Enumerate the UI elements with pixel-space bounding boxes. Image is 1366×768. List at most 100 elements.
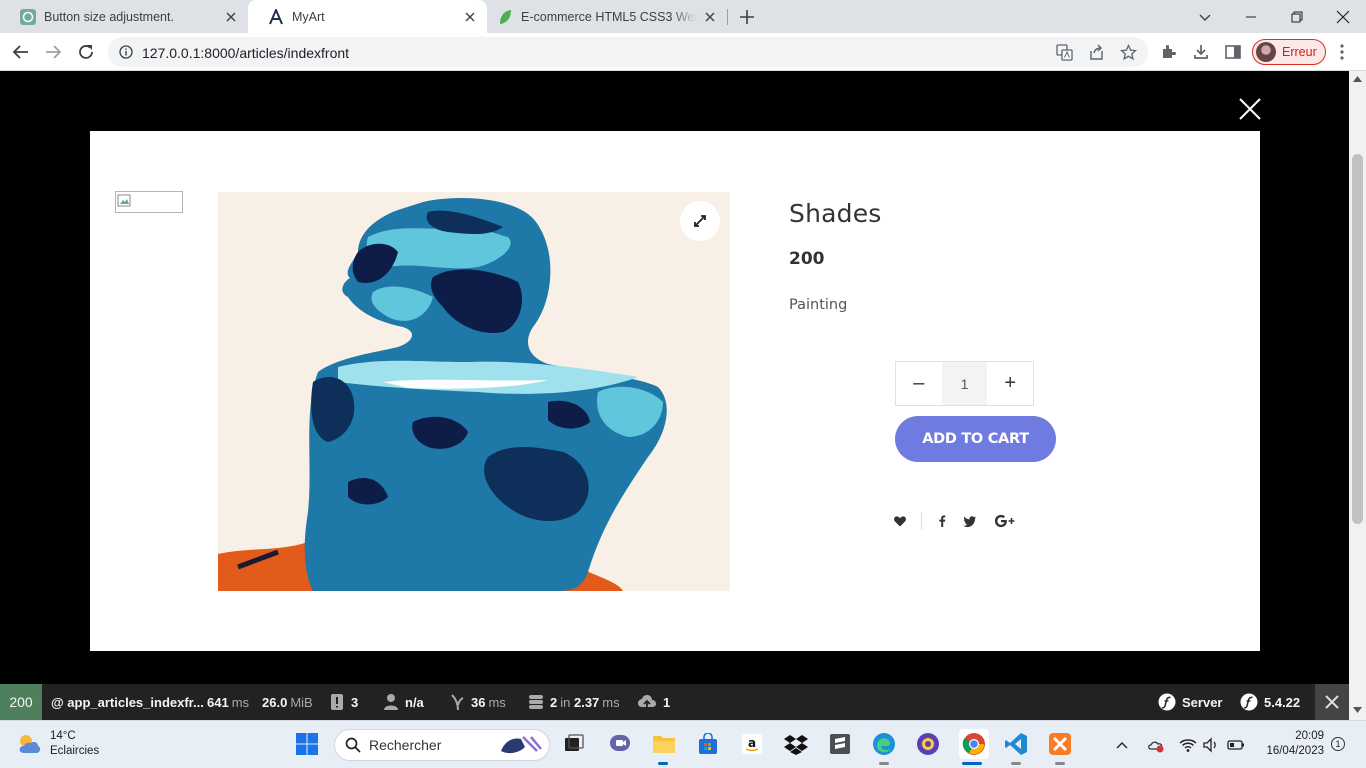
profile-button[interactable]: Erreur — [1252, 39, 1326, 65]
more-menu-icon[interactable] — [1334, 43, 1350, 61]
quantity-increase-button[interactable]: + — [987, 362, 1033, 405]
chrome-icon — [962, 733, 985, 755]
close-modal-icon[interactable] — [1236, 95, 1264, 123]
thumbnail-broken-image[interactable] — [115, 191, 183, 213]
file-explorer-button[interactable] — [651, 731, 677, 757]
forward-button[interactable] — [42, 41, 64, 63]
expand-image-button[interactable] — [680, 201, 720, 241]
new-tab-icon[interactable] — [738, 8, 756, 26]
url-path: :8000/articles/indexfront — [200, 45, 350, 61]
edge-button[interactable] — [871, 731, 897, 757]
tab-strip: Button size adjustment. MyArt E-commerce… — [0, 0, 1366, 33]
info-icon[interactable] — [119, 45, 133, 59]
scroll-down-icon[interactable] — [1353, 707, 1362, 714]
close-tab-icon[interactable] — [463, 10, 477, 24]
server-panel[interactable]: Server — [1158, 684, 1222, 720]
close-tab-icon[interactable] — [224, 10, 238, 24]
time-panel[interactable]: 641 ms — [207, 684, 249, 720]
google-plus-icon[interactable] — [994, 514, 1016, 528]
logs-panel[interactable]: 3 — [329, 684, 358, 720]
system-clock[interactable]: 20:09 16/04/2023 — [1254, 729, 1324, 759]
memory-panel[interactable]: 26.0 MiB — [262, 684, 313, 720]
quantity-decrease-button[interactable]: – — [896, 362, 942, 405]
product-price: 200 — [789, 249, 825, 269]
partly-sunny-icon — [19, 735, 41, 753]
side-panel-icon[interactable] — [1224, 43, 1242, 61]
volume-icon[interactable] — [1202, 737, 1220, 753]
running-indicator — [658, 762, 668, 765]
weather-widget[interactable]: 14°C Eclaircies — [16, 729, 99, 759]
store-button[interactable] — [695, 731, 721, 757]
user-value: n/a — [405, 694, 424, 710]
amazon-button[interactable]: a — [739, 731, 765, 757]
start-button[interactable] — [294, 731, 320, 757]
tab-title: MyArt — [292, 9, 325, 24]
translate-icon[interactable] — [1056, 44, 1073, 61]
download-icon[interactable] — [1192, 43, 1210, 61]
reload-button[interactable] — [75, 41, 97, 63]
facebook-icon[interactable] — [935, 514, 949, 528]
twig-value: 36 — [471, 694, 486, 710]
scrollbar-thumb[interactable] — [1352, 154, 1363, 524]
quantity-input[interactable]: 1 — [941, 362, 988, 405]
product-image[interactable] — [218, 192, 730, 591]
tab-button-size[interactable]: Button size adjustment. — [0, 0, 248, 33]
http-client-panel[interactable]: 1 — [637, 684, 670, 720]
tab-search-button[interactable] — [1182, 0, 1228, 33]
notification-badge[interactable]: 1 — [1331, 737, 1345, 751]
page-scrollbar[interactable] — [1349, 71, 1366, 720]
extensions-icon[interactable] — [1160, 43, 1178, 61]
tab-divider — [727, 9, 728, 25]
dropbox-icon — [784, 735, 808, 755]
chrome-button[interactable] — [959, 729, 989, 759]
arrow-left-icon — [12, 45, 28, 59]
twitter-icon[interactable] — [963, 514, 977, 528]
page-viewport: Shades 200 Painting – 1 + ADD TO CART — [0, 71, 1349, 684]
chevron-down-icon — [1199, 14, 1211, 21]
address-bar[interactable]: 127.0.0.1:8000/articles/indexfront — [108, 37, 1148, 67]
status-code-badge[interactable]: 200 — [0, 684, 42, 720]
search-icon — [345, 737, 361, 753]
task-view-button[interactable] — [561, 731, 587, 757]
tab-ecommerce[interactable]: E-commerce HTML5 CSS3 Website — [477, 0, 727, 33]
close-tab-icon[interactable] — [703, 10, 717, 24]
database-icon — [529, 695, 543, 709]
close-icon — [1336, 10, 1350, 23]
scroll-up-icon[interactable] — [1353, 75, 1362, 82]
back-button[interactable] — [10, 41, 32, 63]
route-name: @ app_articles_indexfr... — [51, 694, 204, 710]
symfony-debug-toolbar: 200 @ app_articles_indexfr... 641 ms 26.0… — [0, 684, 1349, 720]
database-panel[interactable]: 2 in 2.37 ms — [528, 684, 620, 720]
brave-button[interactable] — [915, 731, 941, 757]
wifi-icon[interactable] — [1179, 737, 1197, 753]
twig-panel[interactable]: 36 ms — [449, 684, 506, 720]
chevron-up-icon[interactable] — [1116, 740, 1128, 750]
sublime-text-button[interactable] — [827, 731, 853, 757]
close-window-button[interactable] — [1320, 0, 1366, 33]
star-icon[interactable] — [1120, 44, 1137, 61]
share-icon[interactable] — [1088, 44, 1105, 61]
hide-toolbar-button[interactable] — [1315, 684, 1349, 720]
teams-chat-button[interactable] — [607, 731, 633, 757]
memory-unit: MiB — [290, 694, 313, 710]
symfony-icon — [1240, 693, 1258, 711]
add-to-cart-button[interactable]: ADD TO CART — [895, 416, 1056, 462]
running-indicator — [1011, 762, 1021, 765]
url-text[interactable]: 127.0.0.1:8000/articles/indexfront — [142, 45, 349, 61]
route-panel[interactable]: @ app_articles_indexfr... — [51, 684, 204, 720]
version-panel[interactable]: 5.4.22 — [1240, 684, 1300, 720]
time-unit: ms — [231, 694, 250, 710]
tab-myart[interactable]: MyArt — [248, 0, 487, 33]
vscode-button[interactable] — [1003, 731, 1029, 757]
xampp-button[interactable] — [1047, 731, 1073, 757]
restore-button[interactable] — [1274, 0, 1320, 33]
xampp-icon — [1049, 733, 1071, 755]
dropbox-button[interactable] — [783, 731, 809, 757]
taskbar-search[interactable]: Rechercher — [334, 729, 550, 761]
minimize-button[interactable] — [1228, 0, 1274, 33]
security-panel[interactable]: n/a — [383, 684, 424, 720]
heart-icon[interactable] — [893, 514, 907, 528]
battery-icon[interactable] — [1227, 738, 1245, 752]
onedrive-error-icon[interactable] — [1147, 737, 1165, 753]
product-category[interactable]: Painting — [789, 297, 847, 313]
